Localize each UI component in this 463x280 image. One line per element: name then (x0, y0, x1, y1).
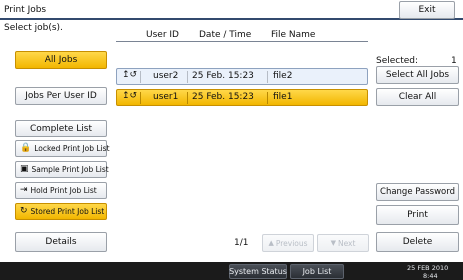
delete-button[interactable]: Delete (376, 232, 459, 252)
locked-print-job-list-button[interactable]: 🔒 Locked Print Job List (15, 140, 110, 157)
job-type-icon: ↥↺ (122, 91, 138, 101)
row-file-name: file2 (273, 71, 293, 81)
column-divider (267, 92, 268, 104)
triangle-up-icon: ▲ (268, 239, 274, 247)
stored-print-job-label: Stored Print Job List (30, 207, 105, 216)
row-user-id: user2 (153, 71, 179, 81)
select-all-jobs-button[interactable]: Select All Jobs (376, 66, 459, 84)
print-button[interactable]: Print (376, 205, 459, 225)
selected-label: Selected: (376, 56, 419, 66)
table-header-line (116, 41, 368, 42)
locked-print-job-label: Locked Print Job List (34, 144, 110, 153)
clear-all-button[interactable]: Clear All (376, 88, 459, 106)
column-divider (140, 71, 141, 83)
previous-button[interactable]: ▲ Previous (262, 234, 314, 252)
status-bar: System Status Job List 25 FEB 2010 8:44 (0, 262, 463, 280)
previous-label: Previous (275, 238, 308, 248)
exit-button[interactable]: Exit (399, 1, 455, 19)
job-list-button[interactable]: Job List (290, 264, 344, 279)
row-file-name: file1 (273, 92, 293, 102)
footer-time: 8:44 (423, 272, 438, 280)
row-date-time: 25 Feb. 15:23 (192, 71, 254, 81)
jobs-per-user-button[interactable]: Jobs Per User ID (15, 87, 107, 105)
hold-print-job-list-button[interactable]: ⇥ Hold Print Job List (15, 182, 107, 199)
triangle-down-icon: ▼ (330, 239, 336, 247)
next-button[interactable]: ▼ Next (317, 234, 369, 252)
sample-print-job-list-button[interactable]: ▣ Sample Print Job List (15, 161, 109, 178)
stored-print-icon: ↻ (20, 206, 28, 216)
details-button[interactable]: Details (15, 232, 107, 252)
row-date-time: 25 Feb. 15:23 (192, 92, 254, 102)
sample-print-icon: ▣ (20, 164, 29, 174)
footer-date: 25 FEB 2010 (407, 264, 449, 272)
system-status-button[interactable]: System Status (229, 264, 287, 279)
select-jobs-label: Select job(s). (4, 23, 63, 33)
table-row[interactable]: ↥↺ user2 25 Feb. 15:23 file2 (116, 68, 368, 85)
hold-print-job-label: Hold Print Job List (30, 186, 97, 195)
column-divider (140, 92, 141, 104)
next-label: Next (337, 238, 356, 248)
column-divider (187, 92, 188, 104)
table-row-selected[interactable]: ↥↺ user1 25 Feb. 15:23 file1 (116, 89, 368, 106)
lock-icon: 🔒 (20, 143, 32, 153)
page-title: Print Jobs (4, 5, 47, 15)
column-divider (187, 71, 188, 83)
column-divider (267, 71, 268, 83)
job-type-icon: ↥↺ (122, 70, 138, 80)
all-jobs-button[interactable]: All Jobs (15, 51, 107, 69)
page-indicator: 1/1 (234, 238, 249, 248)
column-date-time: Date / Time (199, 30, 252, 40)
column-user-id: User ID (146, 30, 179, 40)
sample-print-job-label: Sample Print Job List (31, 165, 109, 174)
hold-print-icon: ⇥ (20, 185, 28, 195)
stored-print-job-list-button[interactable]: ↻ Stored Print Job List (15, 203, 107, 220)
row-user-id: user1 (153, 92, 179, 102)
selected-count: 1 (451, 56, 457, 66)
complete-list-button[interactable]: Complete List (15, 120, 107, 137)
column-file-name: File Name (271, 30, 316, 40)
change-password-button[interactable]: Change Password (376, 183, 459, 201)
title-bar: Print Jobs Exit (0, 0, 463, 20)
